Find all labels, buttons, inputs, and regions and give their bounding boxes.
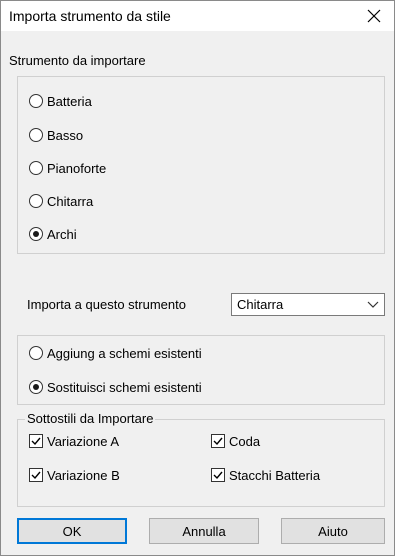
radio-indicator[interactable] bbox=[29, 380, 43, 394]
checkbox[interactable] bbox=[29, 468, 43, 482]
close-icon bbox=[367, 9, 381, 23]
chevron-down-icon bbox=[367, 301, 379, 308]
radio-label: Batteria bbox=[47, 93, 92, 109]
radio-label: Aggiung a schemi esistenti bbox=[47, 345, 202, 361]
import-to-value: Chitarra bbox=[237, 297, 284, 312]
check-variazione-a[interactable]: Variazione A bbox=[29, 431, 119, 451]
import-to-label: Importa a questo strumento bbox=[27, 297, 186, 312]
radio-indicator[interactable] bbox=[29, 346, 43, 360]
checkbox-label: Stacchi Batteria bbox=[229, 467, 321, 483]
import-to-select[interactable]: Chitarra bbox=[231, 293, 385, 316]
check-coda[interactable]: Coda bbox=[211, 431, 260, 451]
checkbox[interactable] bbox=[29, 434, 43, 448]
checkbox-label: Variazione B bbox=[47, 467, 120, 483]
radio-append[interactable]: Aggiung a schemi esistenti bbox=[29, 343, 202, 363]
radio-label: Archi bbox=[47, 226, 77, 242]
instrument-group-label: Strumento da importare bbox=[9, 53, 146, 68]
check-variazione-b[interactable]: Variazione B bbox=[29, 465, 120, 485]
checkmark-icon bbox=[31, 437, 41, 446]
radio-label: Pianoforte bbox=[47, 160, 107, 176]
help-button[interactable]: Aiuto bbox=[281, 518, 385, 544]
checkbox-label: Coda bbox=[229, 433, 261, 449]
radio-indicator[interactable] bbox=[29, 128, 43, 142]
radio-label: Chitarra bbox=[47, 193, 94, 209]
checkmark-icon bbox=[31, 471, 41, 480]
check-stacchi-batteria[interactable]: Stacchi Batteria bbox=[211, 465, 320, 485]
ok-button[interactable]: OK bbox=[17, 518, 127, 544]
radio-indicator[interactable] bbox=[29, 194, 43, 208]
radio-indicator[interactable] bbox=[29, 94, 43, 108]
radio-pianoforte[interactable]: Pianoforte bbox=[29, 158, 106, 178]
close-button[interactable] bbox=[354, 1, 394, 31]
radio-batteria[interactable]: Batteria bbox=[29, 91, 92, 111]
radio-replace[interactable]: Sostituisci schemi esistenti bbox=[29, 377, 202, 397]
checkmark-icon bbox=[213, 437, 223, 446]
radio-indicator[interactable] bbox=[29, 161, 43, 175]
title-bar: Importa strumento da stile bbox=[1, 1, 394, 31]
radio-basso[interactable]: Basso bbox=[29, 125, 83, 145]
cancel-button[interactable]: Annulla bbox=[149, 518, 259, 544]
radio-archi[interactable]: Archi bbox=[29, 224, 77, 244]
window-title: Importa strumento da stile bbox=[9, 8, 171, 24]
checkmark-icon bbox=[213, 471, 223, 480]
checkbox[interactable] bbox=[211, 468, 225, 482]
substyles-legend: Sottostili da Importare bbox=[25, 411, 156, 426]
radio-indicator[interactable] bbox=[29, 227, 43, 241]
radio-chitarra[interactable]: Chitarra bbox=[29, 191, 93, 211]
radio-label: Basso bbox=[47, 127, 84, 143]
checkbox-label: Variazione A bbox=[47, 433, 120, 449]
dialog-window: Importa strumento da stile Strumento da … bbox=[0, 0, 395, 556]
checkbox[interactable] bbox=[211, 434, 225, 448]
radio-label: Sostituisci schemi esistenti bbox=[47, 379, 202, 395]
